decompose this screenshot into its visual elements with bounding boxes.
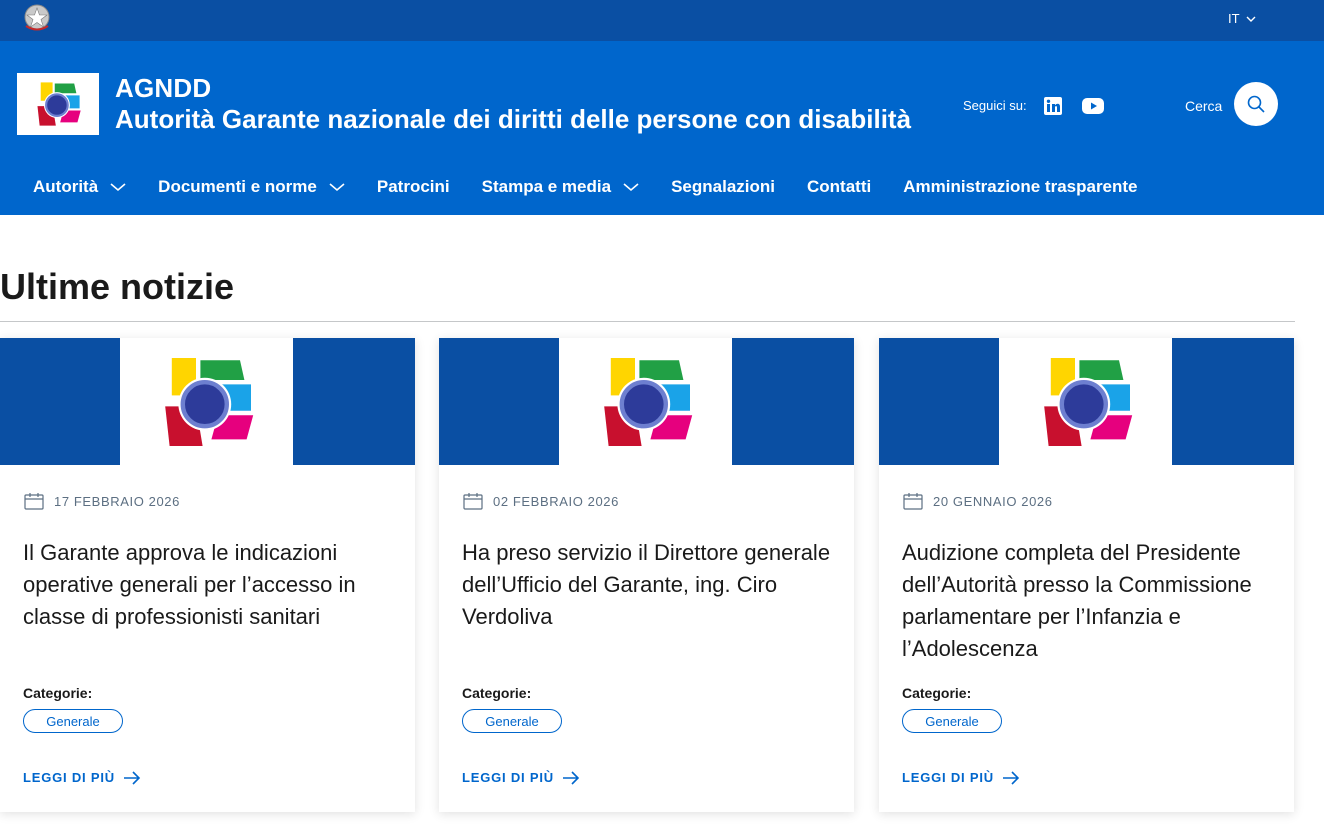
nav-item-label: Documenti e norme <box>158 177 317 196</box>
nav-item-label: Segnalazioni <box>671 177 775 196</box>
card-date-text: 02 FEBBRAIO 2026 <box>493 493 619 509</box>
nav-item-stampa[interactable]: Stampa e media <box>466 167 655 207</box>
card-title[interactable]: Audizione completa del Presidente dell’A… <box>902 537 1277 665</box>
card-date-text: 17 FEBBRAIO 2026 <box>54 493 180 509</box>
read-more-label: LEGGI DI PIÙ <box>23 770 115 785</box>
news-card: 02 FEBBRAIO 2026 Ha preso servizio il Di… <box>439 338 854 812</box>
category-badge[interactable]: Generale <box>902 709 1002 733</box>
republic-emblem-icon[interactable] <box>22 2 52 34</box>
section-title: Ultime notizie <box>0 266 235 307</box>
site-acronym[interactable]: AGNDD <box>115 73 211 104</box>
card-image[interactable] <box>439 338 854 465</box>
site-name[interactable]: Autorità Garante nazionale dei diritti d… <box>115 104 911 135</box>
card-category-label: Categorie: <box>462 685 532 701</box>
read-more-label: LEGGI DI PIÙ <box>462 770 554 785</box>
card-date-text: 20 GENNAIO 2026 <box>933 493 1053 509</box>
card-image[interactable] <box>0 338 415 465</box>
card-category-label: Categorie: <box>902 685 972 701</box>
calendar-icon <box>463 493 483 510</box>
chevron-down-icon <box>1246 16 1256 22</box>
site-logo[interactable] <box>17 73 99 135</box>
read-more-link[interactable]: LEGGI DI PIÙ <box>23 770 141 785</box>
news-card: 17 FEBBRAIO 2026 Il Garante approva le i… <box>0 338 415 812</box>
arrow-right-icon <box>123 770 141 785</box>
language-selector[interactable]: IT <box>1228 11 1256 26</box>
nav-item-label: Patrocini <box>376 177 450 196</box>
card-title[interactable]: Ha preso servizio il Direttore generale … <box>462 537 837 633</box>
main-header: AGNDD Autorità Garante nazionale dei dir… <box>0 41 1324 215</box>
news-card: 20 GENNAIO 2026 Audizione completa del P… <box>879 338 1294 812</box>
chevron-down-icon <box>110 183 126 192</box>
language-label: IT <box>1228 11 1240 26</box>
read-more-link[interactable]: LEGGI DI PIÙ <box>462 770 580 785</box>
agndd-logo-icon <box>164 357 253 446</box>
nav-item-label: Stampa e media <box>481 177 612 196</box>
search-icon <box>1247 95 1265 113</box>
card-date: 17 FEBBRAIO 2026 <box>24 492 180 510</box>
card-title[interactable]: Il Garante approva le indicazioni operat… <box>23 537 398 633</box>
arrow-right-icon <box>1002 770 1020 785</box>
section-divider <box>0 321 1295 322</box>
social-label: Seguici su: <box>963 98 1027 113</box>
linkedin-icon[interactable] <box>1044 97 1062 115</box>
youtube-icon[interactable] <box>1082 98 1104 114</box>
category-badge[interactable]: Generale <box>23 709 123 733</box>
search-button[interactable] <box>1234 82 1278 126</box>
card-image[interactable] <box>879 338 1294 465</box>
card-category-label: Categorie: <box>23 685 93 701</box>
chevron-down-icon <box>623 183 639 192</box>
nav-item-patrocini[interactable]: Patrocini <box>361 167 466 207</box>
agndd-logo-icon <box>603 357 692 446</box>
read-more-link[interactable]: LEGGI DI PIÙ <box>902 770 1020 785</box>
category-badge[interactable]: Generale <box>462 709 562 733</box>
main-nav: Autorità Documenti e norme Patrocini Sta… <box>17 167 1154 207</box>
nav-item-documenti[interactable]: Documenti e norme <box>142 167 361 207</box>
calendar-icon <box>903 493 923 510</box>
calendar-icon <box>24 493 44 510</box>
search-label: Cerca <box>1185 98 1223 114</box>
read-more-label: LEGGI DI PIÙ <box>902 770 994 785</box>
card-date: 02 FEBBRAIO 2026 <box>463 492 619 510</box>
agndd-logo-icon <box>37 82 81 126</box>
nav-item-label: Contatti <box>807 177 872 196</box>
nav-item-segnalazioni[interactable]: Segnalazioni <box>655 167 791 207</box>
nav-item-autorita[interactable]: Autorità <box>17 167 142 207</box>
chevron-down-icon <box>329 183 345 192</box>
agndd-logo-icon <box>1043 357 1132 446</box>
nav-item-label: Amministrazione trasparente <box>903 177 1138 196</box>
nav-item-amministrazione[interactable]: Amministrazione trasparente <box>887 167 1153 207</box>
card-date: 20 GENNAIO 2026 <box>903 492 1053 510</box>
arrow-right-icon <box>562 770 580 785</box>
nav-item-label: Autorità <box>33 177 99 196</box>
slim-header: IT <box>0 0 1324 41</box>
nav-item-contatti[interactable]: Contatti <box>791 167 887 207</box>
